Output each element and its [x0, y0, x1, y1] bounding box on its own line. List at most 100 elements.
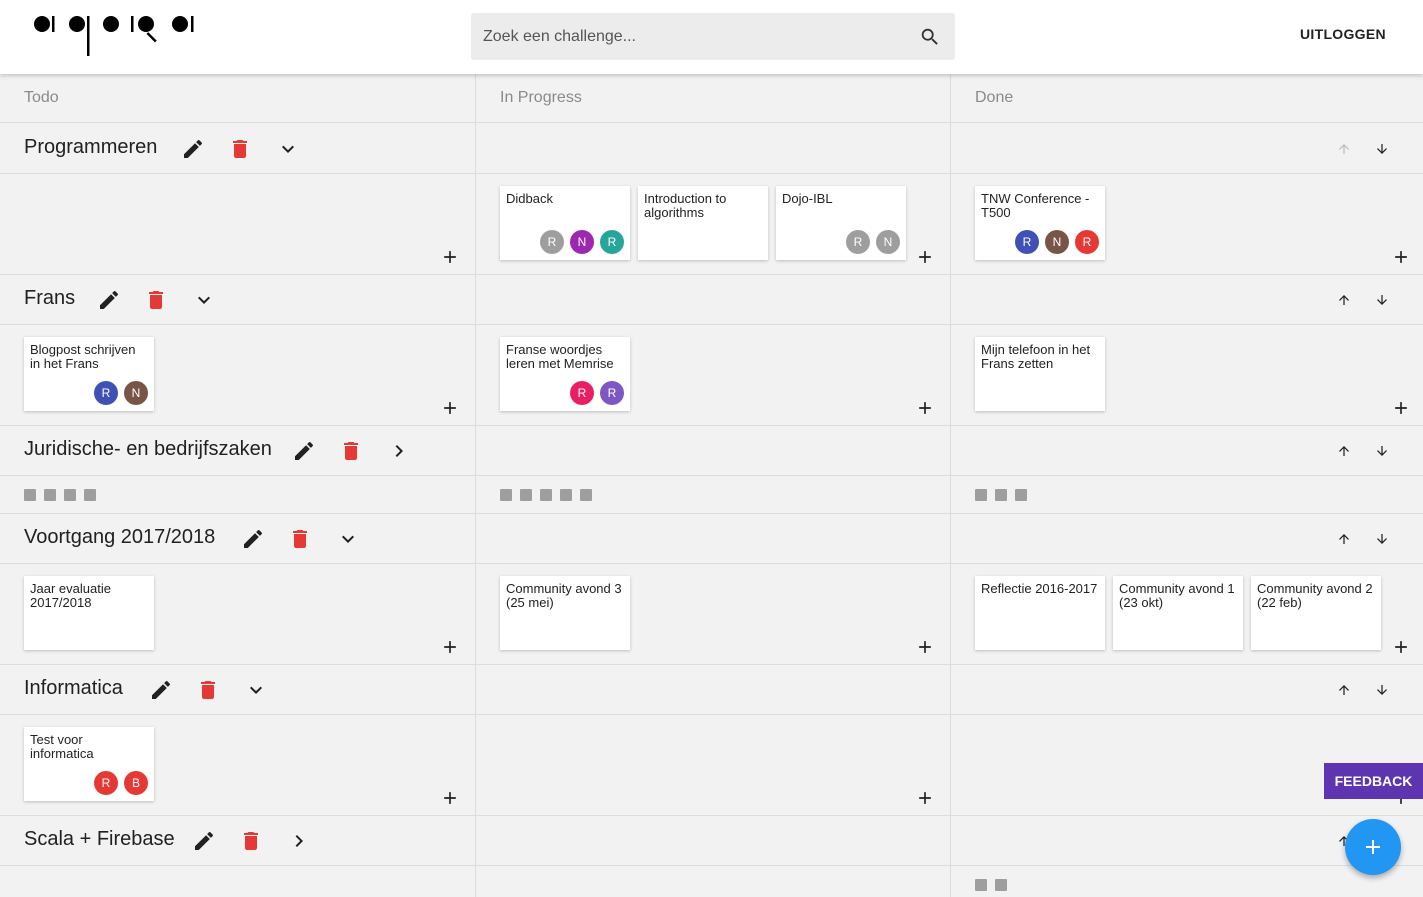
move-down-button[interactable] [1370, 439, 1394, 463]
edit-category-button[interactable] [192, 829, 216, 853]
move-down-button[interactable] [1370, 527, 1394, 551]
plus-icon [444, 792, 456, 804]
category-header: Informatica [0, 665, 1423, 715]
edit-category-icon [184, 139, 203, 158]
search-bar[interactable] [471, 13, 955, 60]
move-down-icon [1377, 534, 1387, 544]
card-title: Community avond 3 (25 mei) [506, 581, 622, 610]
collapsed-card-dot [540, 489, 552, 501]
move-up-button[interactable] [1332, 288, 1356, 312]
delete-category-button[interactable] [239, 829, 263, 853]
delete-category-button[interactable] [144, 288, 168, 312]
category-title: Programmeren [24, 136, 158, 158]
add-card-button[interactable] [440, 788, 460, 808]
card-title: Community avond 2 (22 feb) [1257, 581, 1373, 610]
move-up-button[interactable] [1332, 527, 1356, 551]
category-title: Scala + Firebase [24, 828, 175, 850]
challenge-card[interactable]: Test voor informatica R B [24, 727, 154, 801]
search-input[interactable] [471, 13, 911, 60]
challenge-card[interactable]: Franse woordjes leren met Memrise R R [500, 337, 630, 411]
delete-category-icon [233, 140, 247, 158]
add-card-button[interactable] [440, 247, 460, 267]
avatar: N [876, 230, 900, 254]
category-content: Blogpost schrijven in het Frans R N Franse … [0, 325, 1423, 426]
plus-icon [444, 402, 456, 414]
challenge-card[interactable]: Reflectie 2016-2017 [975, 576, 1105, 650]
challenge-card[interactable]: Mijn telefoon in het Frans zetten [975, 337, 1105, 411]
avatar: R [1015, 230, 1039, 254]
collapse-category-button[interactable] [244, 678, 268, 702]
plus-icon [444, 641, 456, 653]
card-title: Introduction to algorithms [644, 191, 727, 220]
challenge-card[interactable]: Community avond 3 (25 mei) [500, 576, 630, 650]
edit-category-icon [152, 680, 171, 699]
avatar: R [94, 771, 118, 795]
expand-category-icon [295, 835, 303, 847]
delete-category-icon [244, 832, 258, 850]
logout-button[interactable]: UITLOGGEN [1300, 26, 1386, 42]
collapse-category-button[interactable] [276, 137, 300, 161]
add-card-button[interactable] [1391, 247, 1411, 267]
delete-category-icon [201, 681, 215, 699]
move-up-icon [1339, 685, 1349, 695]
challenge-card[interactable]: Introduction to algorithms [638, 186, 768, 260]
move-up-button[interactable] [1332, 439, 1356, 463]
move-up-button[interactable] [1332, 678, 1356, 702]
move-down-button[interactable] [1370, 137, 1394, 161]
top-bar: UITLOGGEN [0, 0, 1423, 74]
expand-category-button[interactable] [287, 829, 311, 853]
category-title: Juridische- en bedrijfszaken [24, 438, 272, 460]
move-down-icon [1377, 685, 1387, 695]
move-down-button[interactable] [1370, 288, 1394, 312]
card-avatars: RNR [1015, 230, 1099, 254]
delete-category-button[interactable] [339, 439, 363, 463]
collapsed-indicator [24, 489, 96, 501]
edit-category-button[interactable] [149, 678, 173, 702]
add-card-button[interactable] [915, 247, 935, 267]
logo[interactable] [30, 12, 210, 60]
move-down-button[interactable] [1370, 678, 1394, 702]
collapse-category-icon [342, 535, 354, 543]
expand-category-button[interactable] [387, 439, 411, 463]
add-category-button[interactable] [1345, 819, 1401, 875]
challenge-card[interactable]: TNW Conference - T500 R N R [975, 186, 1105, 260]
add-card-button[interactable] [915, 398, 935, 418]
collapse-category-button[interactable] [192, 288, 216, 312]
column-header-todo: Todo [24, 89, 59, 106]
add-card-button[interactable] [1391, 398, 1411, 418]
move-up-button[interactable] [1332, 137, 1356, 161]
plus-icon [444, 251, 456, 263]
plus-icon [919, 792, 931, 804]
edit-category-button[interactable] [181, 137, 205, 161]
search-icon[interactable] [919, 26, 941, 48]
delete-category-button[interactable] [288, 527, 312, 551]
category-header: Scala + Firebase [0, 816, 1423, 866]
edit-category-button[interactable] [292, 439, 316, 463]
collapsed-indicator [975, 489, 1027, 501]
add-card-button[interactable] [440, 398, 460, 418]
delete-category-button[interactable] [196, 678, 220, 702]
challenge-card[interactable]: Community avond 1 (23 okt) [1113, 576, 1243, 650]
category-header: Programmeren [0, 124, 1423, 174]
challenge-card[interactable]: Jaar evaluatie 2017/2018 [24, 576, 154, 650]
column-divider [475, 74, 476, 897]
collapse-category-button[interactable] [336, 527, 360, 551]
edit-category-button[interactable] [241, 527, 265, 551]
add-card-button[interactable] [915, 788, 935, 808]
challenge-card[interactable]: Dojo-IBL R N [776, 186, 906, 260]
challenge-card[interactable]: Community avond 2 (22 feb) [1251, 576, 1381, 650]
category-title: Voortgang 2017/2018 [24, 526, 216, 548]
edit-category-button[interactable] [97, 288, 121, 312]
feedback-button[interactable]: FEEDBACK [1324, 763, 1423, 799]
add-card-button[interactable] [915, 637, 935, 657]
category-title: Frans [24, 287, 76, 309]
collapsed-card-dot [24, 489, 36, 501]
avatar: R [570, 381, 594, 405]
add-card-button[interactable] [1391, 637, 1411, 657]
challenge-card[interactable]: Didback R N R [500, 186, 630, 260]
delete-category-button[interactable] [228, 137, 252, 161]
card-title: Mijn telefoon in het Frans zetten [981, 342, 1091, 371]
add-card-button[interactable] [440, 637, 460, 657]
challenge-card[interactable]: Blogpost schrijven in het Frans R N [24, 337, 154, 411]
card-title: Jaar evaluatie 2017/2018 [30, 581, 111, 610]
